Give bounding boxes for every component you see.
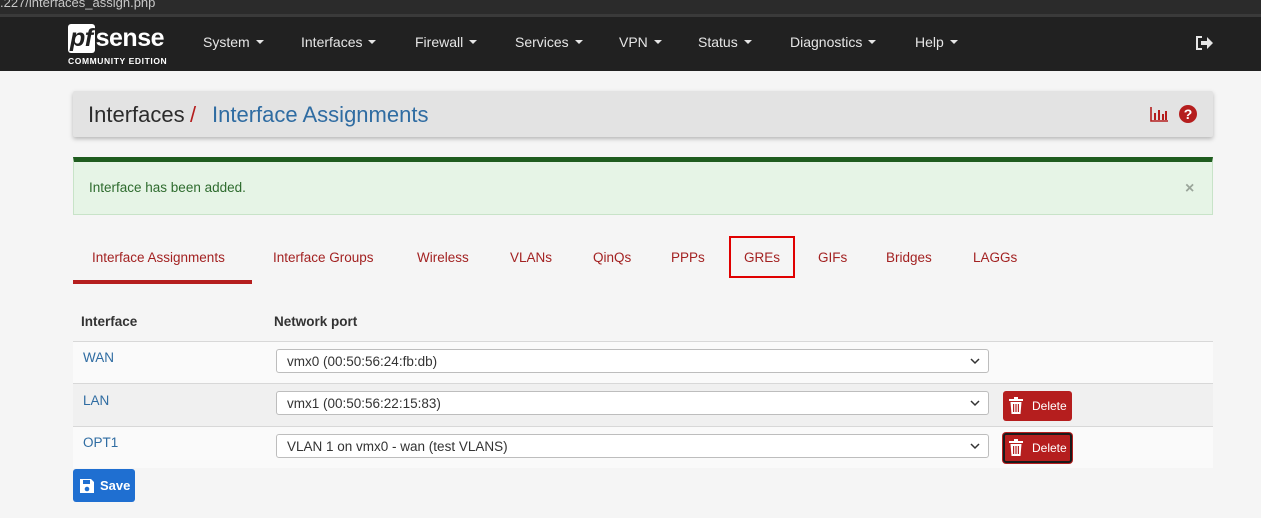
bar-chart-icon[interactable] [1150,106,1169,122]
caret-down-icon [743,40,752,44]
save-disk-icon [80,479,94,493]
table-row: OPT1 VLAN 1 on vmx0 - wan (test VLANS) D… [73,426,1213,468]
save-button[interactable]: Save [73,469,135,502]
breadcrumb: Interfaces / Interface Assignments ? [73,91,1213,137]
chevron-down-icon [970,400,980,407]
page-title[interactable]: Interface Assignments [212,102,428,128]
caret-down-icon [469,40,478,44]
caret-down-icon [653,40,662,44]
chevron-down-icon [970,358,980,365]
column-header-network-port: Network port [274,314,358,329]
tab-laggs[interactable]: LAGGs [973,250,1017,265]
trash-icon [1009,439,1023,456]
help-icon[interactable]: ? [1179,105,1197,123]
tab-gifs[interactable]: GIFs [818,250,847,265]
caret-down-icon [255,40,264,44]
caret-down-icon [368,40,377,44]
tab-bridges[interactable]: Bridges [886,250,932,265]
logo-edition: COMMUNITY EDITION [68,56,168,66]
breadcrumb-separator: / [190,102,197,127]
tab-qinqs[interactable]: QinQs [593,250,631,265]
success-alert: Interface has been added. × [73,157,1213,215]
logo-wordmark: pf sense [68,24,165,53]
nav-vpn[interactable]: VPN [619,34,662,50]
nav-interfaces[interactable]: Interfaces [301,34,377,50]
nav-diagnostics[interactable]: Diagnostics [790,34,877,50]
address-bar[interactable]: .227/interfaces_assign.php [0,0,1261,14]
table-row: LAN vmx1 (00:50:56:22:15:83) Delete [73,383,1213,426]
top-navbar: pf sense COMMUNITY EDITION System Interfa… [0,14,1261,71]
logout-icon[interactable] [1195,35,1213,51]
caret-down-icon [868,40,877,44]
nav-services[interactable]: Services [515,34,583,50]
nav-help[interactable]: Help [915,34,958,50]
delete-button[interactable]: Delete [1003,433,1072,463]
table-row: WAN vmx0 (00:50:56:24:fb:db) [73,341,1213,383]
active-tab-indicator [73,280,252,284]
network-port-select[interactable]: vmx0 (00:50:56:24:fb:db) [276,349,989,373]
network-port-select[interactable]: vmx1 (00:50:56:22:15:83) [276,391,989,415]
nav-firewall[interactable]: Firewall [415,34,478,50]
close-icon[interactable]: × [1185,180,1194,198]
interface-link[interactable]: OPT1 [83,435,118,450]
breadcrumb-section[interactable]: Interfaces [88,102,185,128]
caret-down-icon [949,40,958,44]
annotation-highlight-box [729,236,795,278]
trash-icon [1009,397,1023,414]
nav-status[interactable]: Status [698,34,752,50]
chevron-down-icon [970,443,980,450]
tab-vlans[interactable]: VLANs [510,250,552,265]
network-port-select[interactable]: VLAN 1 on vmx0 - wan (test VLANS) [276,434,989,458]
interface-link[interactable]: LAN [83,393,109,408]
pfsense-logo[interactable]: pf sense COMMUNITY EDITION [68,24,178,66]
nav-system[interactable]: System [203,34,264,50]
tab-wireless[interactable]: Wireless [417,250,469,265]
delete-button[interactable]: Delete [1003,391,1072,421]
column-header-interface: Interface [81,314,138,329]
tab-ppps[interactable]: PPPs [671,250,705,265]
caret-down-icon [574,40,583,44]
alert-message: Interface has been added. [89,180,246,195]
tab-interface-assignments[interactable]: Interface Assignments [92,250,225,265]
interface-link[interactable]: WAN [83,350,114,365]
tab-interface-groups[interactable]: Interface Groups [273,250,374,265]
url-text: .227/interfaces_assign.php [0,0,156,10]
